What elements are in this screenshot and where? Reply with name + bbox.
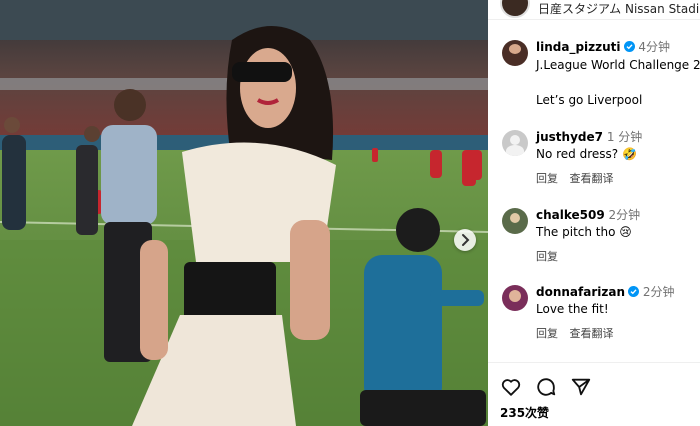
comments-panel: 日産スタジアム Nissan Stadium linda_pizzuti 4分钟… [488, 0, 700, 426]
comment-avatar[interactable] [502, 130, 528, 156]
comment-button[interactable] [535, 376, 557, 402]
verified-badge-icon [623, 41, 635, 52]
comment-time: 1 分钟 [606, 130, 643, 144]
reply-button[interactable]: 回复 [536, 172, 558, 185]
share-button[interactable] [570, 376, 592, 402]
comment-username[interactable]: justhyde7 [536, 130, 603, 144]
comment-time: 2分钟 [608, 208, 641, 222]
comment-text: The pitch tho 😢 [536, 225, 632, 239]
location-link[interactable]: 日産スタジアム Nissan Stadium [538, 2, 700, 17]
comment-text: Love the fit! [536, 302, 609, 316]
chevron-right-icon [462, 234, 470, 246]
caption-avatar[interactable] [502, 40, 528, 66]
translate-button[interactable]: 查看翻译 [570, 327, 614, 340]
header-avatar[interactable] [500, 0, 530, 18]
caption-time: 4分钟 [638, 40, 670, 54]
heart-icon [501, 379, 521, 396]
like-count[interactable]: 235次赞 [500, 406, 549, 421]
comment-avatar[interactable] [502, 285, 528, 311]
comment-username[interactable]: donnafarizan [536, 285, 625, 299]
translate-button[interactable]: 查看翻译 [570, 172, 614, 185]
like-button[interactable] [500, 376, 522, 402]
comment-text: No red dress? 🤣 [536, 147, 637, 161]
caption-text-line1: J.League World Challenge 20 [536, 58, 700, 72]
reply-button[interactable]: 回复 [536, 250, 558, 263]
comment-avatar[interactable] [502, 208, 528, 234]
comment-time: 2分钟 [642, 285, 675, 299]
actions-divider [488, 362, 700, 363]
post-photo [0, 0, 488, 426]
header-divider [488, 19, 700, 20]
comment-username[interactable]: chalke509 [536, 208, 605, 222]
share-icon [571, 378, 591, 396]
next-photo-button[interactable] [454, 229, 476, 251]
caption-text-line2: Let’s go Liverpool [536, 93, 643, 107]
caption-username[interactable]: linda_pizzuti [536, 40, 621, 54]
stadium-photo [0, 0, 488, 426]
reply-button[interactable]: 回复 [536, 327, 558, 340]
comment-icon [537, 378, 556, 396]
verified-badge-icon [628, 286, 639, 297]
